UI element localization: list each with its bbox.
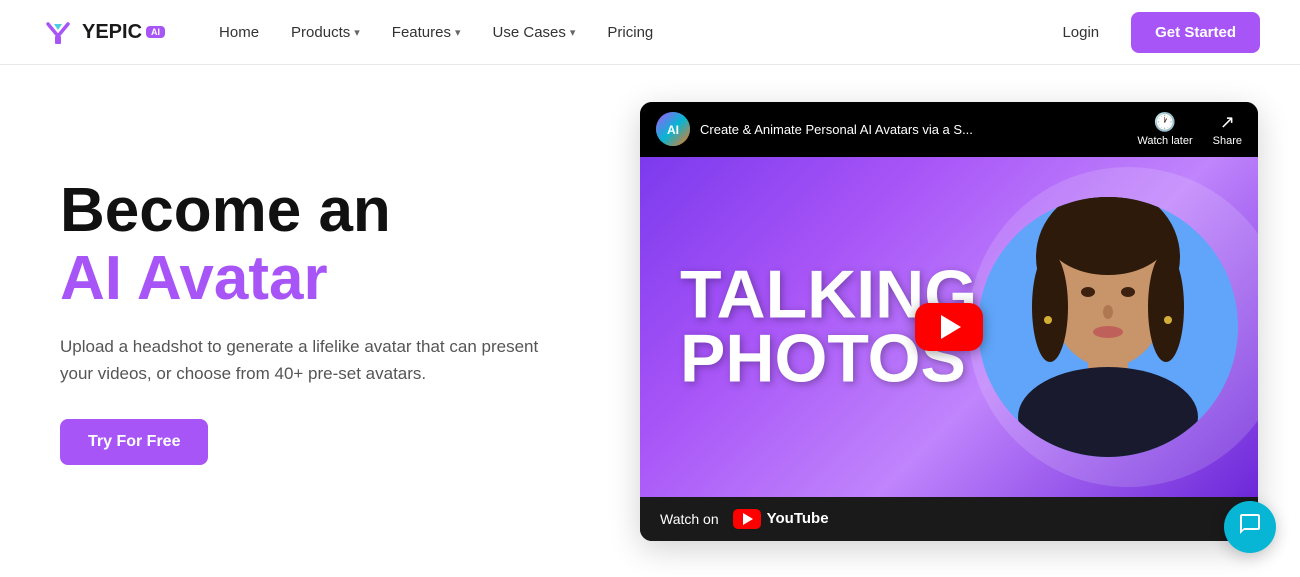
channel-avatar: AI — [656, 112, 690, 146]
yepic-logo-icon — [40, 14, 76, 50]
video-top-bar: AI Create & Animate Personal AI Avatars … — [640, 102, 1258, 157]
watch-later-button[interactable]: 🕐 Watch later — [1137, 112, 1192, 147]
nav-pricing-label: Pricing — [607, 24, 653, 41]
nav-use-cases-label: Use Cases — [493, 24, 566, 41]
navbar: YEPIC AI Home Products ▾ Features ▾ Use … — [0, 0, 1300, 65]
nav-right: Login Get Started — [1046, 12, 1260, 53]
main-content: Become an AI Avatar Upload a headshot to… — [0, 65, 1300, 577]
try-for-free-button[interactable]: Try For Free — [60, 419, 208, 465]
use-cases-chevron-icon: ▾ — [570, 26, 576, 39]
watch-later-label: Watch later — [1137, 135, 1192, 147]
nav-features-label: Features — [392, 24, 451, 41]
nav-home-label: Home — [219, 24, 259, 41]
watch-on-text: Watch on — [660, 511, 719, 527]
features-chevron-icon: ▾ — [455, 26, 461, 39]
video-card: AI Create & Animate Personal AI Avatars … — [640, 102, 1258, 541]
video-title-row: AI Create & Animate Personal AI Avatars … — [656, 112, 1137, 146]
play-btn-bg[interactable] — [915, 303, 983, 351]
play-button[interactable] — [915, 303, 983, 351]
hero-section: Become an AI Avatar Upload a headshot to… — [60, 177, 560, 466]
chat-icon — [1238, 512, 1262, 542]
svg-text:AI: AI — [667, 123, 679, 137]
youtube-logo[interactable]: YouTube — [733, 509, 829, 529]
nav-home[interactable]: Home — [205, 16, 273, 49]
logo[interactable]: YEPIC AI — [40, 14, 165, 50]
video-thumbnail[interactable]: TALKING PHOTOS — [640, 157, 1258, 497]
youtube-label: YouTube — [767, 510, 829, 527]
login-button[interactable]: Login — [1046, 16, 1115, 49]
nav-products[interactable]: Products ▾ — [277, 16, 374, 49]
hero-title-line2: AI Avatar — [60, 245, 560, 313]
share-button[interactable]: ↗ Share — [1213, 112, 1242, 147]
video-actions: 🕐 Watch later ↗ Share — [1137, 112, 1242, 147]
video-bottom-bar: Watch on YouTube — [640, 497, 1258, 541]
person-avatar-circle — [978, 197, 1238, 457]
clock-icon: 🕐 — [1154, 112, 1176, 133]
nav-use-cases[interactable]: Use Cases ▾ — [479, 16, 590, 49]
youtube-play-icon — [733, 509, 761, 529]
share-icon: ↗ — [1220, 112, 1235, 133]
video-title: Create & Animate Personal AI Avatars via… — [700, 122, 973, 137]
nav-features[interactable]: Features ▾ — [378, 16, 475, 49]
nav-links: Home Products ▾ Features ▾ Use Cases ▾ P… — [205, 16, 1046, 49]
hero-description: Upload a headshot to generate a lifelike… — [60, 333, 560, 387]
nav-pricing[interactable]: Pricing — [593, 16, 667, 49]
youtube-play-triangle — [743, 513, 753, 525]
hero-title-line1: Become an — [60, 177, 560, 245]
logo-ai-badge: AI — [146, 26, 165, 38]
logo-name: YEPIC — [82, 21, 142, 44]
nav-products-label: Products — [291, 24, 350, 41]
get-started-button[interactable]: Get Started — [1131, 12, 1260, 53]
products-chevron-icon: ▾ — [354, 26, 360, 39]
play-triangle-icon — [941, 315, 961, 339]
share-label: Share — [1213, 135, 1242, 147]
chat-bubble-button[interactable] — [1224, 501, 1276, 553]
